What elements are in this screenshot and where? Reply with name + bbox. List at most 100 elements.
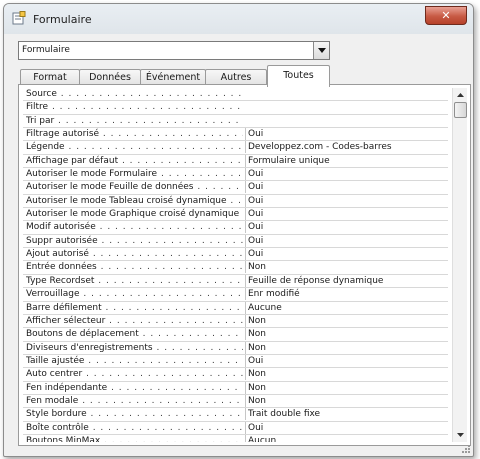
object-selector-value: Formulaire <box>22 45 70 55</box>
property-label: Légende <box>26 142 65 153</box>
property-value[interactable]: Oui <box>245 354 448 367</box>
property-row[interactable]: Suppr autorisée . . . . . . . . . . . . … <box>23 234 448 249</box>
property-value[interactable]: Oui <box>245 128 448 141</box>
property-label-cell: Affichage par défaut . . . . . . . . . .… <box>26 155 243 167</box>
property-row[interactable]: Autoriser le mode Graphique croisé dynam… <box>23 208 448 222</box>
property-row[interactable]: Entrée données . . . . . . . . . . . . .… <box>23 261 448 275</box>
property-label-cell: Diviseurs d'enregistrements . . . . . . … <box>26 342 243 354</box>
property-value[interactable]: Oui <box>245 181 448 194</box>
property-row[interactable]: Afficher sélecteur . . . . . . . . . . .… <box>23 314 448 329</box>
close-icon: ✕ <box>441 9 451 22</box>
close-button[interactable]: ✕ <box>425 6 467 25</box>
property-label: Style bordure <box>26 409 87 420</box>
property-row[interactable]: Taille ajustée . . . . . . . . . . . . .… <box>23 354 448 369</box>
property-label: Autoriser le mode Formulaire <box>26 169 158 180</box>
dot-leader: . . . . . . . . . . . . . . . . . . . . … <box>92 422 243 433</box>
property-row[interactable]: Ajout autorisé . . . . . . . . . . . . .… <box>23 248 448 262</box>
property-value[interactable]: Non <box>245 314 448 327</box>
property-value[interactable]: Non <box>245 368 448 381</box>
property-label: Diviseurs d'enregistrements <box>26 342 153 353</box>
property-label: Autoriser le mode Tableau croisé dynamiq… <box>26 195 227 206</box>
scrollbar-thumb[interactable] <box>454 102 467 118</box>
dot-leader: . . . . . . . . . . . . . . . . . . . . … <box>82 395 243 406</box>
property-row[interactable]: Diviseurs d'enregistrements . . . . . . … <box>23 341 448 355</box>
property-row[interactable]: Filtre . . . . . . . . . . . . . . . . .… <box>23 101 448 115</box>
object-selector[interactable]: Formulaire <box>18 41 330 60</box>
property-value[interactable]: Oui <box>245 221 448 234</box>
property-label: Modif autorisée <box>26 222 96 233</box>
property-label-cell: Fen modale . . . . . . . . . . . . . . .… <box>26 395 243 407</box>
dot-leader: . . . . . . . . . . . . . . . . . . . . … <box>86 369 243 380</box>
property-row[interactable]: Barre défilement . . . . . . . . . . . .… <box>23 301 448 315</box>
property-label: Tri par <box>26 115 55 126</box>
property-row[interactable]: Autoriser le mode Tableau croisé dynamiq… <box>23 194 448 209</box>
dropdown-button[interactable] <box>313 42 329 59</box>
property-label-cell: Source . . . . . . . . . . . . . . . . .… <box>26 88 243 100</box>
property-row[interactable]: Verrouillage . . . . . . . . . . . . . .… <box>23 288 448 302</box>
resize-grip-icon[interactable] <box>461 444 471 454</box>
property-row[interactable]: Fen indépendante . . . . . . . . . . . .… <box>23 381 448 395</box>
chevron-down-icon <box>317 48 326 53</box>
property-value[interactable]: Non <box>245 261 448 274</box>
property-label-cell: Filtrage autorisé . . . . . . . . . . . … <box>26 128 243 140</box>
property-label-cell: Autoriser le mode Feuille de données . .… <box>26 181 243 193</box>
property-value[interactable]: Oui <box>245 194 448 207</box>
property-value[interactable]: Oui <box>245 208 448 221</box>
property-label: Filtre <box>26 102 49 113</box>
property-label: Verrouillage <box>26 289 80 300</box>
property-label-cell: Autoriser le mode Formulaire . . . . . .… <box>26 168 243 180</box>
scroll-up-button[interactable] <box>453 88 467 102</box>
property-row[interactable]: Fen modale . . . . . . . . . . . . . . .… <box>23 394 448 409</box>
property-value[interactable]: Oui <box>245 421 448 434</box>
property-value[interactable]: Aucun <box>245 434 448 442</box>
property-grid: Source . . . . . . . . . . . . . . . . .… <box>23 88 448 442</box>
property-row[interactable]: Autoriser le mode Feuille de données . .… <box>23 181 448 195</box>
property-value[interactable]: Aucune <box>245 301 448 314</box>
property-row[interactable]: Affichage par défaut . . . . . . . . . .… <box>23 154 448 169</box>
vertical-scrollbar[interactable] <box>452 88 467 442</box>
property-value[interactable]: Non <box>245 328 448 341</box>
property-label-cell: Tri par . . . . . . . . . . . . . . . . … <box>26 115 243 127</box>
property-row[interactable]: Filtrage autorisé . . . . . . . . . . . … <box>23 128 448 142</box>
property-value[interactable]: Non <box>245 381 448 394</box>
property-row[interactable]: Légende . . . . . . . . . . . . . . . . … <box>23 141 448 155</box>
property-row[interactable]: Style bordure . . . . . . . . . . . . . … <box>23 408 448 422</box>
dot-leader: . . . . . . . . . . . . . . . . . . . . … <box>100 262 243 273</box>
property-row[interactable]: Source . . . . . . . . . . . . . . . . .… <box>23 88 448 102</box>
dot-leader: . . . . . . . . . . . . . . . . . . . . … <box>102 129 243 140</box>
dot-leader: . . . . . . . . . . . . . . . . . . . . … <box>111 382 243 393</box>
property-label-cell: Verrouillage . . . . . . . . . . . . . .… <box>26 288 243 300</box>
dot-leader: . . . . . . . . . . . . . . . . . . . . … <box>98 275 243 286</box>
property-value[interactable]: Non <box>245 341 448 354</box>
property-row[interactable]: Boutons de déplacement . . . . . . . . .… <box>23 328 448 342</box>
property-value[interactable]: Formulaire unique <box>245 154 448 167</box>
property-label-cell: Autoriser le mode Graphique croisé dynam… <box>26 208 243 220</box>
dot-leader: . . . . . . . . . . . . . . . . . . . . … <box>121 155 243 166</box>
property-label: Source <box>26 89 57 99</box>
property-value[interactable]: Non <box>245 394 448 407</box>
property-row[interactable]: Modif autorisée . . . . . . . . . . . . … <box>23 221 448 235</box>
title-bar[interactable]: Formulaire ✕ <box>4 4 473 34</box>
property-label-cell: Fen indépendante . . . . . . . . . . . .… <box>26 382 243 394</box>
property-label-cell: Style bordure . . . . . . . . . . . . . … <box>26 408 243 420</box>
property-label-cell: Légende . . . . . . . . . . . . . . . . … <box>26 141 243 153</box>
property-value[interactable]: Developpez.com - Codes-barres <box>245 141 448 154</box>
property-value[interactable]: Oui <box>245 168 448 181</box>
tab-donnees-label: Données <box>89 72 131 83</box>
property-value[interactable]: Oui <box>245 234 448 247</box>
property-value[interactable]: Trait double fixe <box>245 408 448 421</box>
tab-toutes[interactable]: Toutes <box>267 65 330 87</box>
property-value[interactable]: Enr modifié <box>245 288 448 301</box>
property-row[interactable]: Auto centrer . . . . . . . . . . . . . .… <box>23 368 448 382</box>
property-row[interactable]: Type Recordset . . . . . . . . . . . . .… <box>23 274 448 289</box>
property-row[interactable]: Autoriser le mode Formulaire . . . . . .… <box>23 168 448 182</box>
property-row[interactable]: Tri par . . . . . . . . . . . . . . . . … <box>23 115 448 129</box>
property-value[interactable]: Feuille de réponse dynamique <box>245 274 448 287</box>
scroll-down-icon <box>456 433 464 437</box>
property-row[interactable]: Boîte contrôle . . . . . . . . . . . . .… <box>23 421 448 435</box>
dot-leader: . . . . . . . . . . . . . . . . . . . . … <box>160 169 243 180</box>
property-label: Type Recordset <box>26 275 95 286</box>
property-value[interactable]: Oui <box>245 248 448 261</box>
property-row[interactable]: Boutons MinMax . . . . . . . . . . . . .… <box>23 434 448 442</box>
scroll-down-button[interactable] <box>453 428 467 442</box>
